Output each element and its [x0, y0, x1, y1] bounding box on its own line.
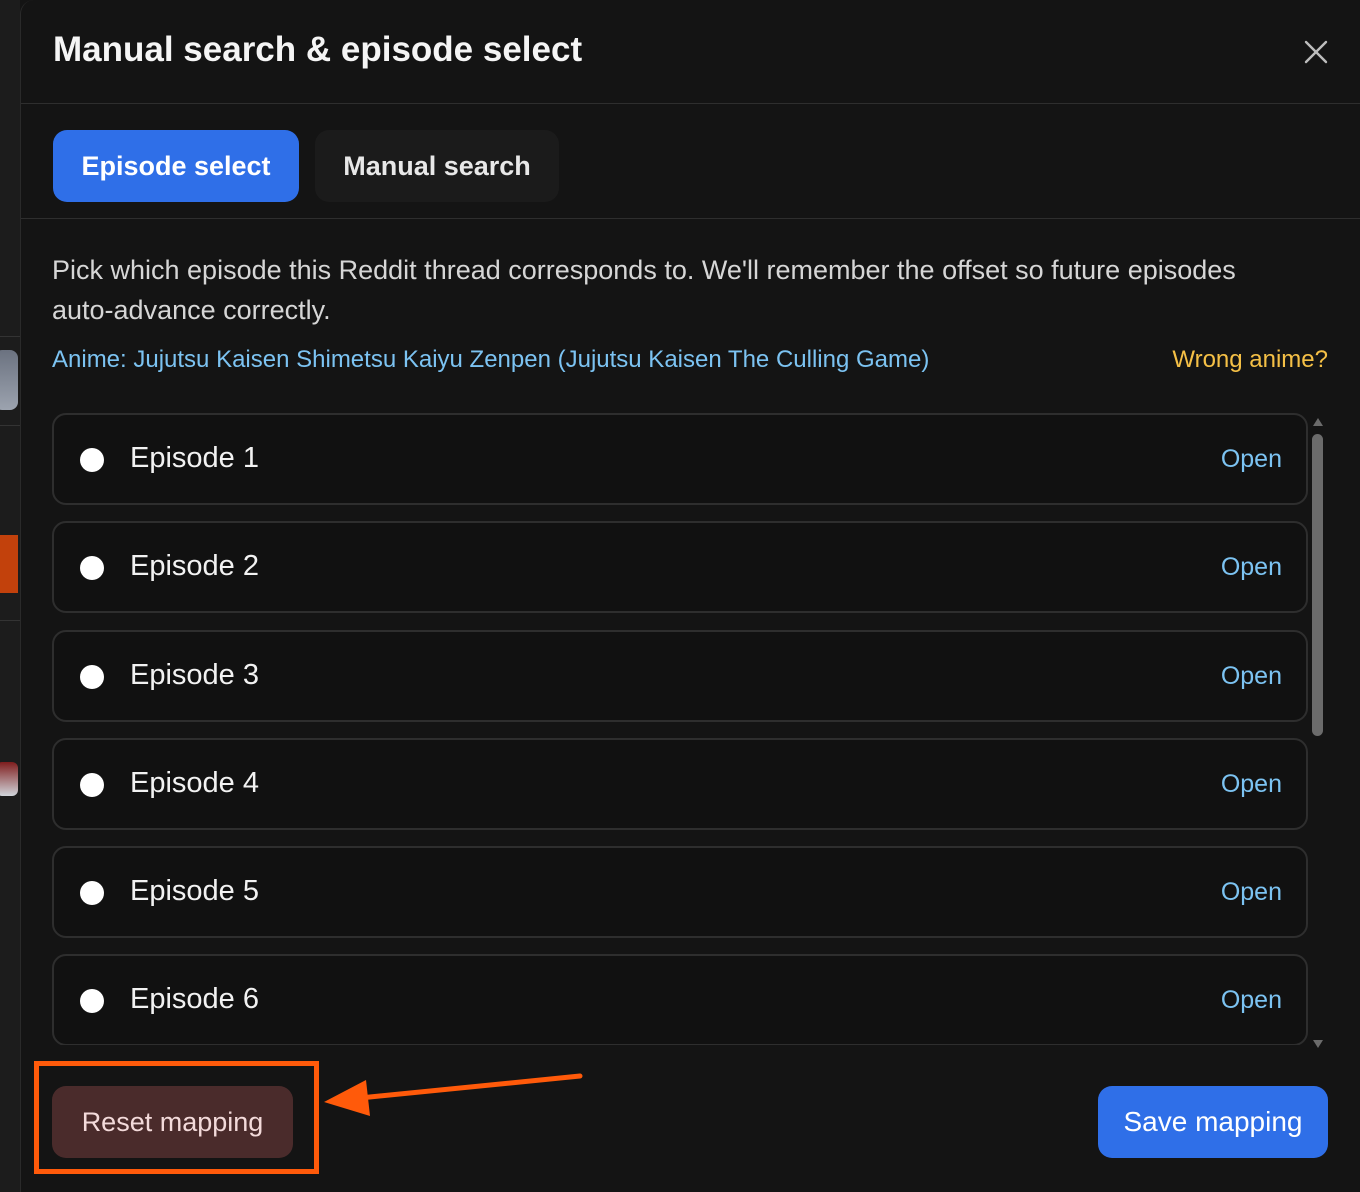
reset-mapping-button[interactable]: Reset mapping [52, 1086, 293, 1158]
episode-list: Episode 1 Open Episode 2 Open Episode 3 … [52, 413, 1308, 1045]
radio-button[interactable] [80, 448, 104, 472]
scrollbar-thumb[interactable] [1312, 434, 1323, 736]
radio-button[interactable] [80, 989, 104, 1013]
scroll-down-arrow-icon[interactable] [1313, 1040, 1323, 1048]
episode-option[interactable]: Episode 6 Open [52, 954, 1308, 1045]
open-link[interactable]: Open [1221, 878, 1282, 907]
episode-label: Episode 3 [130, 659, 259, 691]
open-link[interactable]: Open [1221, 662, 1282, 691]
modal-header: Manual search & episode select [21, 0, 1360, 104]
open-link[interactable]: Open [1221, 986, 1282, 1015]
save-mapping-button[interactable]: Save mapping [1098, 1086, 1328, 1158]
scroll-up-arrow-icon[interactable] [1313, 418, 1323, 426]
radio-button[interactable] [80, 665, 104, 689]
close-icon [1304, 40, 1328, 64]
background-divider [0, 336, 20, 337]
open-link[interactable]: Open [1221, 770, 1282, 799]
episode-option[interactable]: Episode 5 Open [52, 846, 1308, 938]
episode-label: Episode 2 [130, 550, 259, 582]
wrong-anime-link[interactable]: Wrong anime? [1172, 346, 1328, 374]
episode-label: Episode 6 [130, 983, 259, 1015]
episode-label: Episode 4 [130, 767, 259, 799]
background-divider [0, 620, 20, 621]
radio-button[interactable] [80, 556, 104, 580]
background-avatar [0, 350, 18, 410]
open-link[interactable]: Open [1221, 445, 1282, 474]
tab-manual-search[interactable]: Manual search [315, 130, 559, 202]
open-link[interactable]: Open [1221, 553, 1282, 582]
background-page-sliver [0, 0, 20, 1192]
background-orange-chip [0, 535, 18, 593]
background-avatar-2 [0, 762, 18, 796]
modal-title: Manual search & episode select [53, 30, 583, 69]
tab-episode-select[interactable]: Episode select [53, 130, 299, 202]
radio-button[interactable] [80, 881, 104, 905]
episode-list-scrollbar[interactable] [1310, 418, 1326, 1048]
background-divider [0, 425, 20, 426]
episode-option[interactable]: Episode 4 Open [52, 738, 1308, 830]
instructions-text: Pick which episode this Reddit thread co… [52, 255, 1236, 325]
radio-button[interactable] [80, 773, 104, 797]
anime-link[interactable]: Anime: Jujutsu Kaisen Shimetsu Kaiyu Zen… [52, 346, 929, 374]
episode-label: Episode 5 [130, 875, 259, 907]
episode-option[interactable]: Episode 1 Open [52, 413, 1308, 505]
episode-label: Episode 1 [130, 442, 259, 474]
tab-bar: Episode select Manual search [21, 104, 1360, 219]
close-button[interactable] [1298, 34, 1334, 70]
episode-option[interactable]: Episode 3 Open [52, 630, 1308, 722]
episode-option[interactable]: Episode 2 Open [52, 521, 1308, 613]
